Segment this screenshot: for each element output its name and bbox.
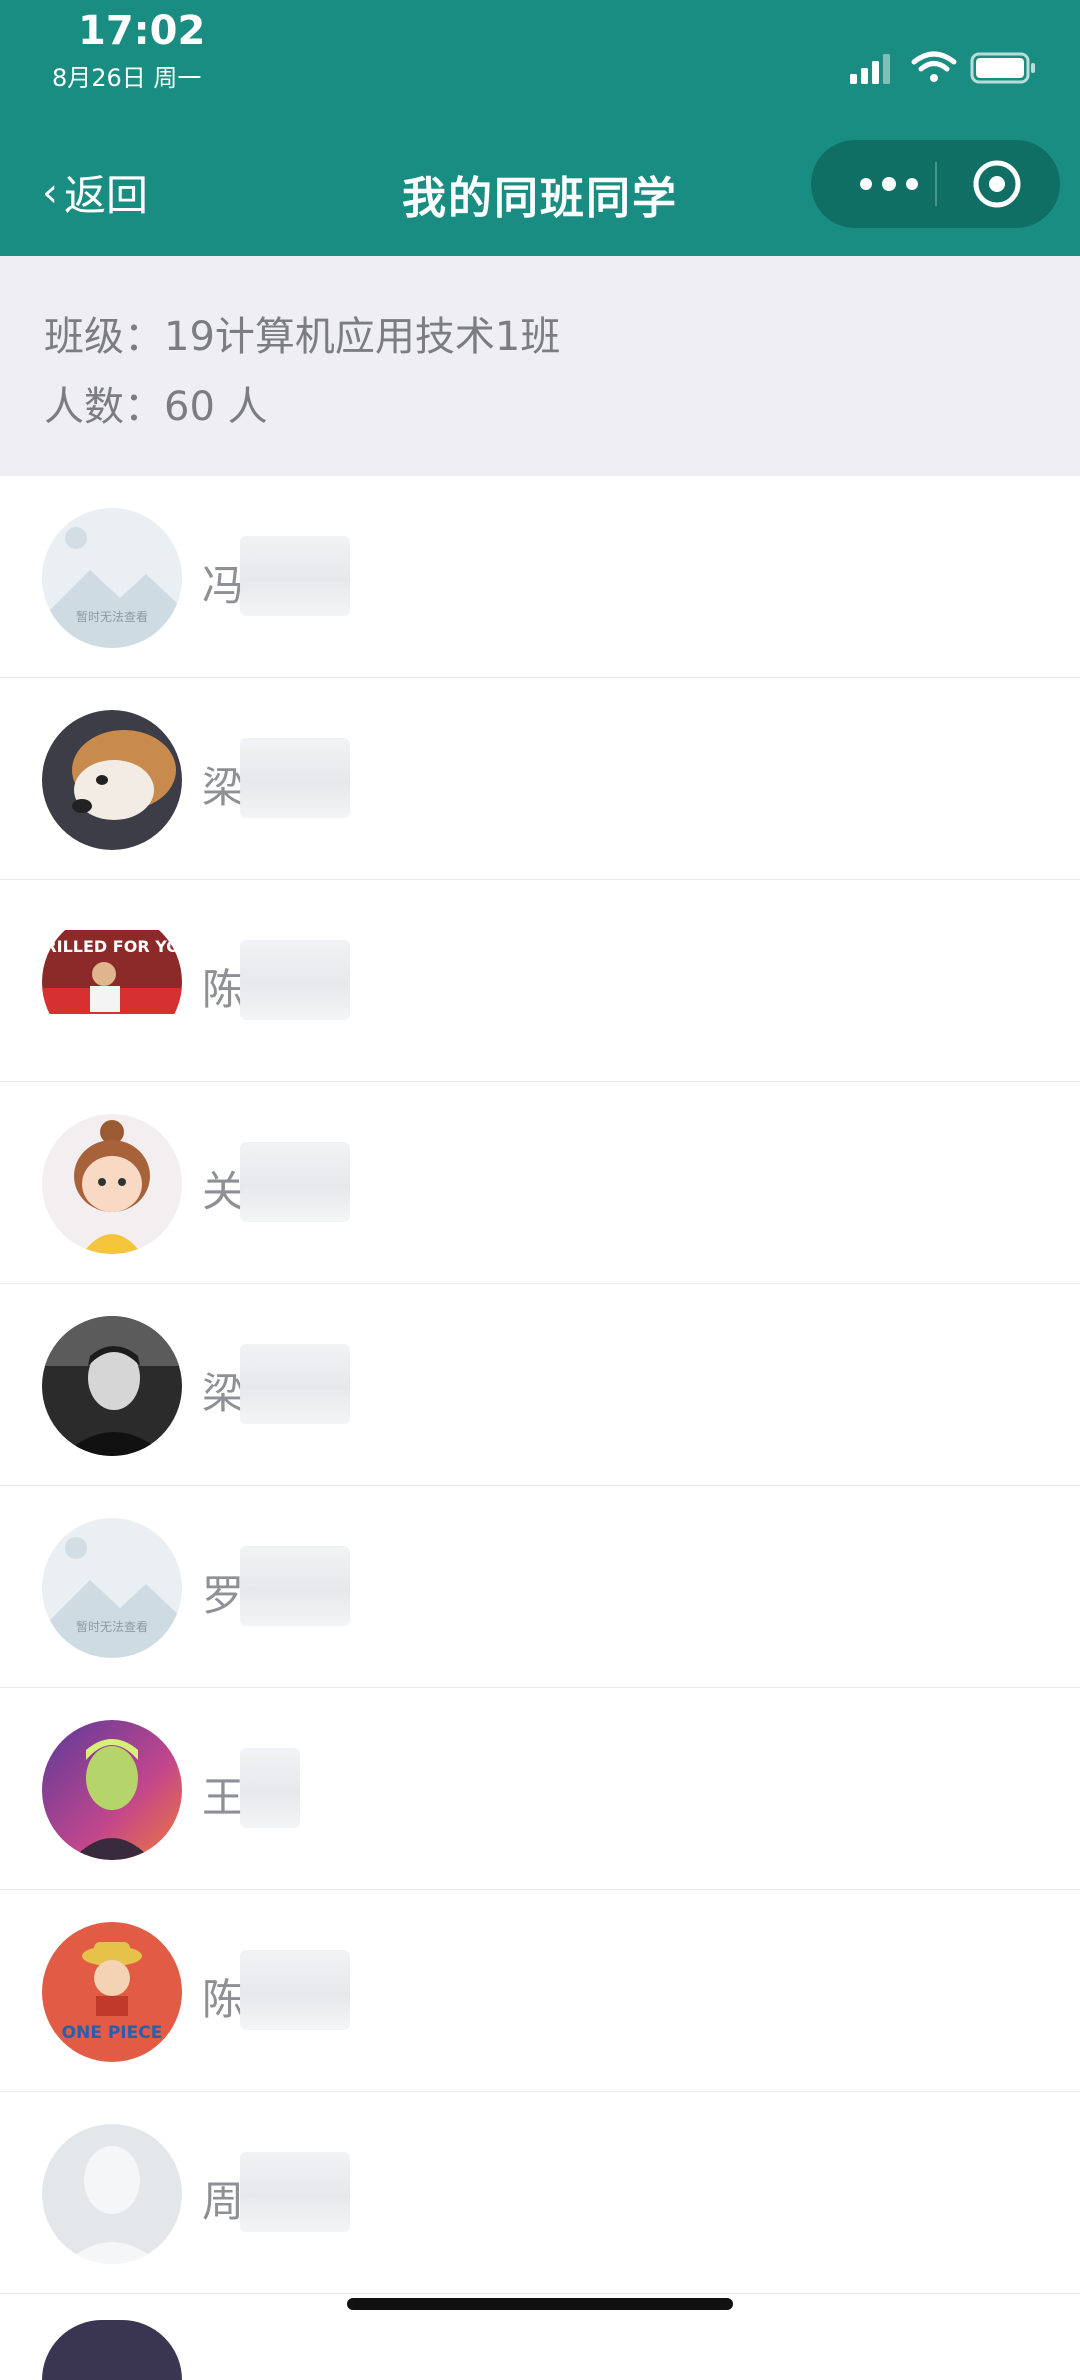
avatar xyxy=(42,1316,182,1456)
more-button[interactable] xyxy=(849,154,929,214)
list-item[interactable]: 王 xyxy=(0,1688,1080,1890)
photo-image: GRILLED FOR YOU xyxy=(42,912,182,1052)
capsule-divider xyxy=(935,162,937,206)
avatar xyxy=(42,710,182,850)
student-list: 暂时无法查看 冯 梁 GRILLED FOR YOU xyxy=(0,476,1080,2294)
placeholder-image-icon: 暂时无法查看 xyxy=(42,508,182,648)
svg-text:ONE PIECE: ONE PIECE xyxy=(62,2023,163,2043)
class-name: 班级：19计算机应用技术1班 xyxy=(44,314,561,360)
svg-text:暂时无法查看: 暂时无法查看 xyxy=(76,610,148,624)
blurred-name-redaction xyxy=(240,1950,350,2030)
student-name: 冯 xyxy=(202,561,245,610)
avatar xyxy=(42,1114,182,1254)
blurred-name-redaction xyxy=(240,1748,300,1828)
close-miniprogram-button[interactable] xyxy=(971,158,1023,210)
student-name: 罗 xyxy=(202,1571,245,1620)
avatar: ONE PIECE xyxy=(42,1922,182,2062)
list-item[interactable]: 暂时无法查看 冯 xyxy=(0,476,1080,678)
avatar xyxy=(42,2124,182,2264)
nav-header: 17:02 8月26日 周一 ‹ 返回 我的同班同学 xyxy=(0,0,1080,256)
blurred-name-redaction xyxy=(240,1344,350,1424)
class-info-panel: 班级：19计算机应用技术1班 人数：60 人 xyxy=(0,256,1080,476)
more-dots-icon xyxy=(860,178,872,190)
avatar: 暂时无法查看 xyxy=(42,1518,182,1658)
student-name: 梁 xyxy=(202,763,245,812)
blurred-name-redaction xyxy=(240,940,350,1020)
blurred-name-redaction xyxy=(240,536,350,616)
home-indicator[interactable] xyxy=(347,2298,733,2310)
list-item[interactable]: 周 xyxy=(0,2092,1080,2294)
student-name: 陈 xyxy=(202,965,245,1014)
svg-text:暂时无法查看: 暂时无法查看 xyxy=(76,1620,148,1634)
list-item[interactable]: 关 xyxy=(0,1082,1080,1284)
wifi-icon xyxy=(911,51,957,82)
one-piece-cartoon-image: ONE PIECE xyxy=(42,1922,182,2062)
status-date: 8月26日 周一 xyxy=(52,64,202,92)
dog-photo-image xyxy=(42,710,182,850)
student-name: 梁 xyxy=(202,1369,245,1418)
student-name: 王 xyxy=(202,1773,245,1822)
status-icons xyxy=(850,51,1035,84)
student-name: 周 xyxy=(202,2177,245,2226)
cartoon-girl-image xyxy=(42,1114,182,1254)
list-item[interactable]: 暂时无法查看 罗 xyxy=(0,1486,1080,1688)
list-item[interactable]: GRILLED FOR YOU 陈 xyxy=(0,880,1080,1082)
placeholder-image-icon: 暂时无法查看 xyxy=(42,1518,182,1658)
blurred-name-redaction xyxy=(240,2152,350,2232)
list-item[interactable]: 梁 xyxy=(0,1284,1080,1486)
partial-avatar xyxy=(42,2320,182,2380)
list-item[interactable]: 梁 xyxy=(0,678,1080,880)
portrait-image xyxy=(42,1316,182,1456)
avatar xyxy=(42,1720,182,1860)
default-avatar-icon xyxy=(42,2124,182,2264)
signal-icon xyxy=(850,54,890,84)
student-name: 陈 xyxy=(202,1975,245,2024)
list-item[interactable]: ONE PIECE 陈 xyxy=(0,1890,1080,2092)
battery-icon xyxy=(970,52,1035,84)
avatar: 暂时无法查看 xyxy=(42,508,182,648)
miniprogram-capsule xyxy=(811,140,1060,228)
blurred-name-redaction xyxy=(240,1142,350,1222)
status-time: 17:02 xyxy=(78,8,206,54)
blurred-name-redaction xyxy=(240,738,350,818)
student-count: 人数：60 人 xyxy=(44,384,268,430)
blurred-name-redaction xyxy=(240,1546,350,1626)
gradient-portrait-image xyxy=(42,1720,182,1860)
avatar: GRILLED FOR YOU xyxy=(42,912,182,1052)
student-name: 关 xyxy=(202,1167,245,1216)
svg-text:GRILLED FOR YOU: GRILLED FOR YOU xyxy=(42,937,182,956)
